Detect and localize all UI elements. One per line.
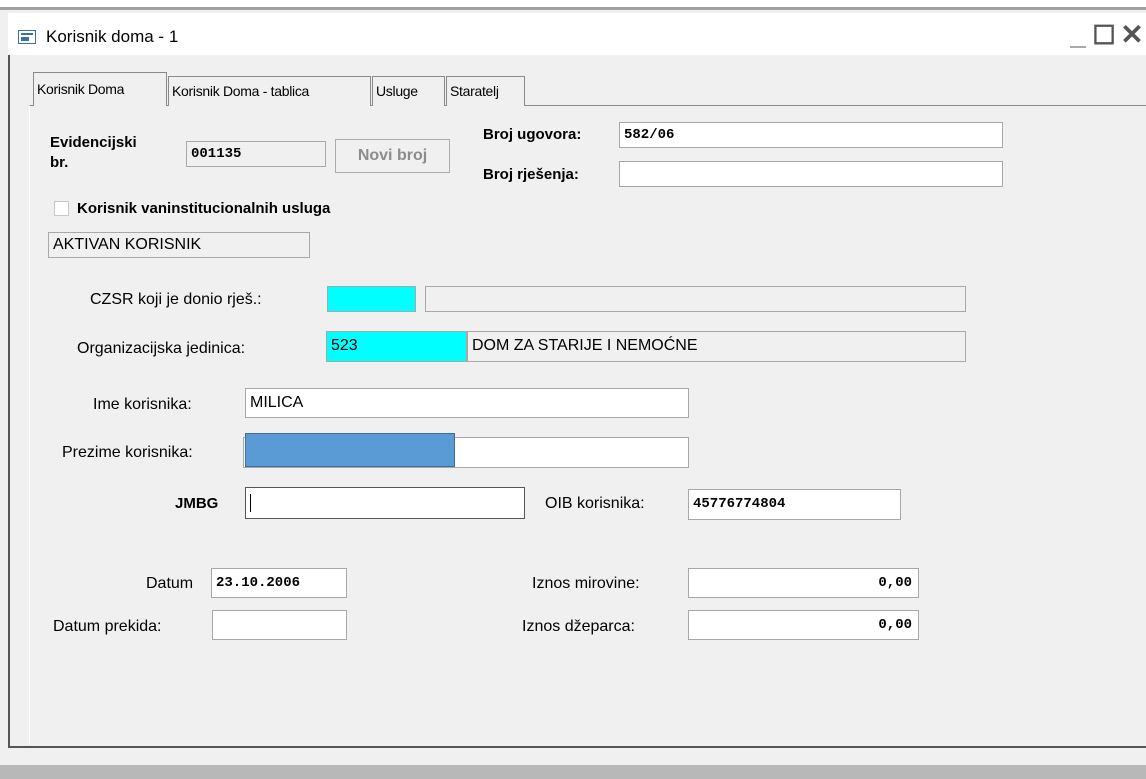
ime-field[interactable]: MILICA [245,388,689,418]
datum-label: Datum [146,575,194,592]
org-code-field[interactable]: 523 [326,331,467,362]
czsr-code-field[interactable] [327,286,416,312]
oib-label: OIB korisnika: [545,495,645,512]
evidencijski-label-line1: Evidencijski [50,134,137,151]
datum-field[interactable]: 23.10.2006 [211,568,347,598]
tab-korisnik-doma[interactable]: Korisnik Doma [33,72,167,106]
novi-broj-button[interactable]: Novi broj [335,139,450,173]
close-icon[interactable]: ✕ [1118,20,1146,50]
broj-ugovora-label: Broj ugovora: [483,126,582,143]
broj-ugovora-field[interactable]: 582/06 [619,122,1003,148]
minimize-icon[interactable]: _ [1064,20,1092,50]
broj-rjesenja-field[interactable] [619,161,1003,187]
evidencijski-label-line2: br. [50,154,69,171]
datum-prekida-label: Datum prekida: [53,618,162,635]
tab-korisnik-doma-tablica[interactable]: Korisnik Doma - tablica [168,76,371,106]
window-title: Korisnik doma - 1 [46,27,179,46]
org-jedinica-label: Organizacijska jedinica: [77,340,246,357]
jmbg-field[interactable] [245,487,525,519]
ime-label: Ime korisnika: [93,396,192,413]
window-top-strip [0,0,1146,10]
iznos-mirovine-field[interactable]: 0,00 [688,568,919,598]
jmbg-label: JMBG [175,495,219,512]
tab-staratelj[interactable]: Staratelj [446,76,525,106]
broj-rjesenja-label: Broj rješenja: [483,166,579,183]
iznos-mirovine-label: Iznos mirovine: [532,575,640,592]
evidencijski-broj-field[interactable]: 001135 [186,141,326,167]
czsr-name-field [425,286,966,312]
status-bar [0,765,1146,779]
maximize-icon[interactable]: ☐ [1090,20,1118,50]
text-caret [250,494,251,512]
iznos-dzeparca-label: Iznos džeparca: [522,618,635,635]
org-name-field: DOM ZA STARIJE I NEMOĆNE [467,331,966,362]
oib-field[interactable]: 45776774804 [688,489,901,520]
czsr-label: CZSR koji je donio rješ.: [90,291,262,308]
redacted-block [245,433,455,467]
status-field: AKTIVAN KORISNIK [48,232,310,258]
title-bar[interactable] [8,13,1146,55]
vaninstitucionalni-checkbox[interactable] [54,201,69,216]
iznos-dzeparca-field[interactable]: 0,00 [688,610,919,640]
prezime-label: Prezime korisnika: [62,444,193,461]
window-form-icon [18,30,36,44]
datum-prekida-field[interactable] [212,610,347,640]
vaninstitucionalni-label: Korisnik vaninstitucionalnih usluga [77,200,331,217]
tab-usluge[interactable]: Usluge [372,76,445,106]
